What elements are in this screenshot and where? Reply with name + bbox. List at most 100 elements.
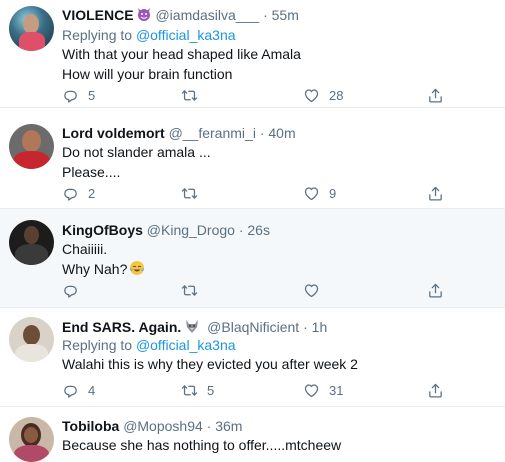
heart-icon (303, 282, 320, 299)
share-button[interactable] (427, 280, 444, 300)
tweet-line: Walahi this is why they evicted you afte… (62, 356, 358, 372)
tweet-header: KingOfBoys @King_Drogo · 26s (62, 221, 270, 239)
tweet[interactable]: KingOfBoys @King_Drogo · 26s Chaiiiii. W… (0, 209, 505, 308)
timestamp[interactable]: 40m (268, 125, 295, 141)
like-count: 28 (329, 87, 344, 103)
wolf-emoji-icon (184, 318, 200, 338)
tears-of-joy-emoji-icon (129, 260, 145, 281)
reply-button[interactable]: 5 (62, 85, 95, 105)
separator-dot: · (238, 222, 244, 238)
tweet-line: Do not slander amala ... (62, 144, 211, 160)
avatar[interactable] (9, 124, 54, 169)
display-name[interactable]: End SARS. Again. (62, 319, 181, 335)
handle[interactable]: @King_Drogo (147, 222, 235, 238)
action-bar: 4 5 31 (62, 380, 442, 400)
speech-bubble-icon (62, 185, 79, 202)
display-name[interactable]: KingOfBoys (62, 222, 143, 238)
tweet-text: Chaiiiii. Why Nah? (62, 239, 145, 281)
retweet-count: 5 (207, 382, 215, 398)
timestamp[interactable]: 1h (312, 319, 328, 335)
tweet-header: Tobiloba @Moposh94 · 36m (62, 417, 242, 435)
retweet-button[interactable] (181, 85, 207, 105)
smiling-devil-emoji-icon (136, 6, 152, 26)
timestamp[interactable]: 26s (247, 222, 270, 238)
tweet-line: Because she has nothing to offer.....mtc… (62, 437, 342, 453)
tweet-text: Because she has nothing to offer.....mtc… (62, 435, 341, 455)
retweet-arrows-icon (181, 87, 198, 104)
share-button[interactable] (427, 85, 444, 105)
tweet[interactable]: Lord voldemort @__feranmi_i · 40m Do not… (0, 108, 505, 209)
tweet-header: Lord voldemort @__feranmi_i · 40m (62, 124, 296, 142)
tweet-line: With that your head shaped like Amala (62, 46, 301, 62)
display-name[interactable]: Tobiloba (62, 418, 119, 434)
action-bar: 5 28 (62, 85, 442, 105)
tweet-header: End SARS. Again. @BlaqNificient · 1h (62, 318, 327, 338)
tweet[interactable]: End SARS. Again. @BlaqNificient · 1h Rep… (0, 308, 505, 407)
display-name[interactable]: VIOLENCE (62, 7, 134, 23)
tweet-line: Chaiiiii. (62, 241, 108, 257)
timestamp[interactable]: 55m (272, 7, 299, 23)
tweet-text: Walahi this is why they evicted you afte… (62, 354, 358, 374)
tweet-text: With that your head shaped like Amala Ho… (62, 44, 301, 84)
reply-count: 2 (88, 185, 96, 201)
share-upload-icon (427, 382, 444, 399)
replying-to-label: Replying to (62, 337, 133, 353)
separator-dot: · (206, 418, 212, 434)
like-button[interactable]: 9 (303, 183, 336, 203)
speech-bubble-icon (62, 282, 79, 299)
reply-button[interactable]: 4 (62, 380, 95, 400)
reply-button[interactable] (62, 280, 88, 300)
action-bar (62, 280, 442, 300)
avatar[interactable] (9, 6, 54, 51)
like-button[interactable] (303, 280, 329, 300)
tweet-line-container: Why Nah? (62, 259, 145, 281)
avatar[interactable] (9, 417, 54, 462)
separator-dot: · (259, 125, 265, 141)
separator-dot: · (263, 7, 268, 23)
like-button[interactable]: 31 (303, 380, 343, 400)
handle[interactable]: @__feranmi_i (169, 125, 256, 141)
display-name[interactable]: Lord voldemort (62, 125, 165, 141)
tweet-line: Please.... (62, 164, 121, 180)
replying-to: Replying to @official_ka3na (62, 26, 236, 44)
share-upload-icon (427, 87, 444, 104)
reply-count: 4 (88, 382, 96, 398)
share-upload-icon (427, 282, 444, 299)
retweet-button[interactable] (181, 183, 207, 203)
handle[interactable]: @iamdasilva___ (155, 7, 259, 23)
mention-link[interactable]: @official_ka3na (136, 337, 236, 353)
tweet-text: Do not slander amala ... Please.... (62, 142, 211, 182)
tweet[interactable]: Tobiloba @Moposh94 · 36m Because she has… (0, 407, 505, 462)
speech-bubble-icon (62, 382, 79, 399)
retweet-arrows-icon (181, 185, 198, 202)
tweet-header: VIOLENCE @iamdasilva___ · 55m (62, 6, 299, 26)
tweet[interactable]: VIOLENCE @iamdasilva___ · 55m Replying t… (0, 0, 505, 108)
retweet-arrows-icon (181, 282, 198, 299)
share-upload-icon (427, 185, 444, 202)
heart-icon (303, 382, 320, 399)
action-bar: 2 9 (62, 183, 442, 203)
like-count: 31 (329, 382, 344, 398)
share-button[interactable] (427, 380, 444, 400)
replying-to-label: Replying to (62, 27, 133, 43)
share-button[interactable] (427, 183, 444, 203)
retweet-arrows-icon (181, 382, 198, 399)
heart-icon (303, 87, 320, 104)
like-button[interactable]: 28 (303, 85, 343, 105)
heart-icon (303, 185, 320, 202)
handle[interactable]: @BlaqNificient (207, 319, 299, 335)
avatar[interactable] (9, 317, 54, 362)
avatar[interactable] (9, 220, 54, 265)
separator-dot: · (303, 319, 308, 335)
timestamp[interactable]: 36m (215, 418, 242, 434)
tweet-line: How will your brain function (62, 66, 233, 82)
handle[interactable]: @Moposh94 (123, 418, 203, 434)
retweet-button[interactable] (181, 280, 207, 300)
tweet-line: Why Nah? (62, 261, 128, 277)
mention-link[interactable]: @official_ka3na (136, 27, 236, 43)
replying-to: Replying to @official_ka3na (62, 336, 236, 354)
speech-bubble-icon (62, 87, 79, 104)
reply-button[interactable]: 2 (62, 183, 95, 203)
retweet-button[interactable]: 5 (181, 380, 214, 400)
like-count: 9 (329, 185, 337, 201)
